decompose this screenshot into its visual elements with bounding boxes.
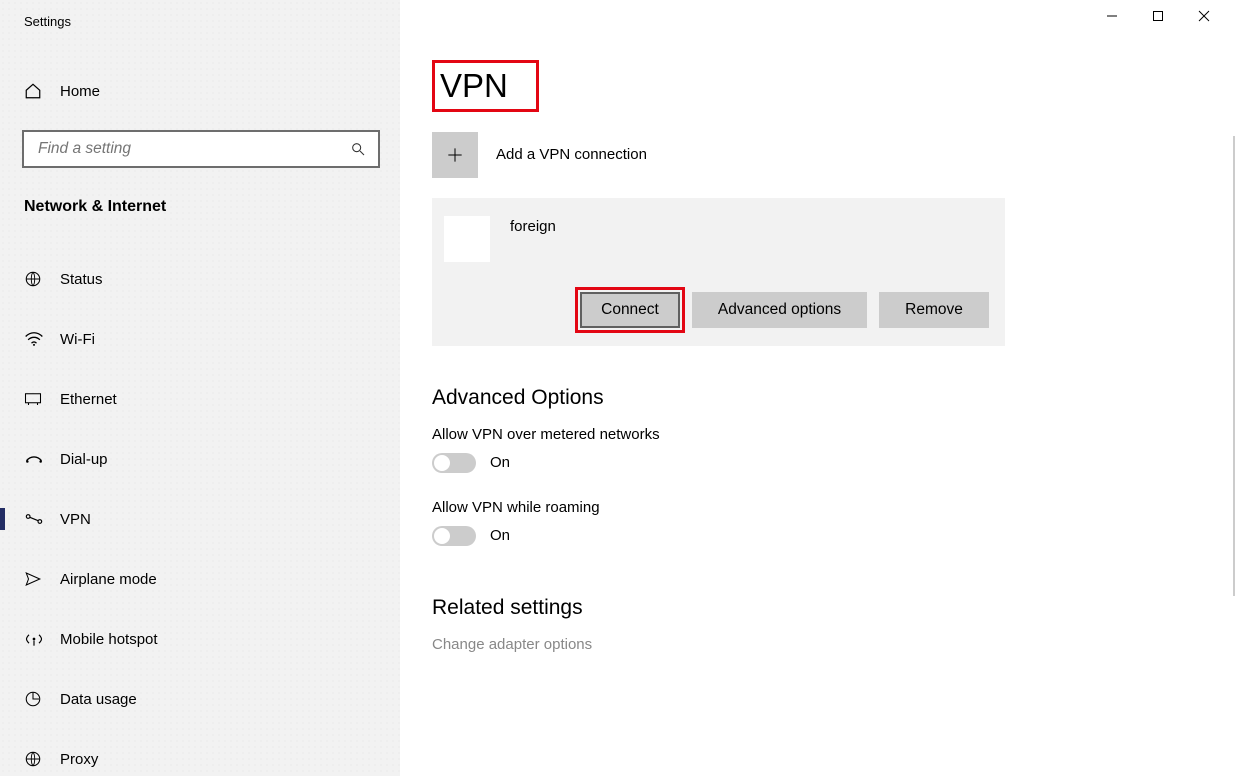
roaming-toggle-block: Allow VPN while roaming On [432, 499, 1235, 546]
sidebar-item-label: VPN [60, 511, 91, 528]
nav-list: Status Wi-Fi Ethernet Dial-up [0, 254, 400, 784]
wifi-icon [24, 331, 60, 347]
vpn-connection-card[interactable]: foreign Connect Advanced options Remove [432, 198, 1005, 346]
metered-toggle-state: On [490, 454, 510, 471]
search-box[interactable] [22, 130, 380, 168]
sidebar-item-hotspot[interactable]: Mobile hotspot [0, 614, 400, 664]
dialup-icon [24, 452, 60, 466]
metered-toggle-block: Allow VPN over metered networks On [432, 426, 1235, 473]
window-minimize-button[interactable] [1089, 0, 1135, 32]
airplane-icon [24, 570, 60, 588]
main-content: VPN Add a VPN connection foreign Connect… [400, 0, 1235, 776]
add-vpn-row[interactable]: Add a VPN connection [432, 132, 1235, 178]
remove-button[interactable]: Remove [879, 292, 989, 328]
app-title: Settings [0, 0, 400, 46]
sidebar-item-label: Proxy [60, 751, 98, 768]
sidebar-item-vpn[interactable]: VPN [0, 494, 400, 544]
add-vpn-label: Add a VPN connection [496, 146, 647, 163]
sidebar-item-label: Ethernet [60, 391, 117, 408]
active-indicator [0, 508, 5, 530]
search-icon [350, 141, 366, 157]
sidebar-item-label: Data usage [60, 691, 137, 708]
metered-toggle[interactable] [432, 453, 476, 473]
maximize-icon [1152, 10, 1164, 22]
advanced-options-heading: Advanced Options [432, 386, 1235, 410]
roaming-toggle[interactable] [432, 526, 476, 546]
roaming-toggle-state: On [490, 527, 510, 544]
vpn-connection-name: foreign [510, 216, 556, 235]
home-icon [24, 82, 60, 100]
data-usage-icon [24, 690, 60, 708]
ethernet-icon [24, 391, 60, 407]
globe-icon [24, 270, 60, 288]
sidebar-item-label: Dial-up [60, 451, 108, 468]
sidebar-item-label: Wi-Fi [60, 331, 95, 348]
sidebar-item-ethernet[interactable]: Ethernet [0, 374, 400, 424]
sidebar-item-label: Status [60, 271, 103, 288]
sidebar-item-status[interactable]: Status [0, 254, 400, 304]
advanced-options-button[interactable]: Advanced options [692, 292, 867, 328]
sidebar-item-label: Airplane mode [60, 571, 157, 588]
nav-home-label: Home [60, 83, 100, 100]
close-icon [1198, 10, 1210, 22]
globe-icon [24, 750, 60, 768]
page-title: VPN [432, 60, 539, 112]
sidebar-item-data-usage[interactable]: Data usage [0, 674, 400, 724]
change-adapter-link[interactable]: Change adapter options [432, 636, 1235, 653]
sidebar-item-proxy[interactable]: Proxy [0, 734, 400, 784]
sidebar-item-wifi[interactable]: Wi-Fi [0, 314, 400, 364]
vpn-connection-icon [444, 216, 490, 262]
window-close-button[interactable] [1181, 0, 1227, 32]
sidebar-item-airplane[interactable]: Airplane mode [0, 554, 400, 604]
metered-toggle-label: Allow VPN over metered networks [432, 426, 1235, 443]
sidebar-item-dialup[interactable]: Dial-up [0, 434, 400, 484]
search-wrap [0, 116, 400, 168]
roaming-toggle-label: Allow VPN while roaming [432, 499, 1235, 516]
window-maximize-button[interactable] [1135, 0, 1181, 32]
sidebar: Settings Home Network & Internet Status [0, 0, 400, 776]
connect-button[interactable]: Connect [580, 292, 680, 328]
window-controls [1089, 0, 1227, 32]
search-input[interactable] [36, 139, 350, 159]
nav-home[interactable]: Home [0, 66, 400, 116]
add-vpn-tile[interactable] [432, 132, 478, 178]
sidebar-section-label: Network & Internet [0, 168, 400, 228]
sidebar-item-label: Mobile hotspot [60, 631, 158, 648]
related-settings-heading: Related settings [432, 596, 1235, 620]
vpn-icon [24, 511, 60, 527]
plus-icon [445, 145, 465, 165]
hotspot-icon [24, 631, 60, 647]
minimize-icon [1106, 10, 1118, 22]
